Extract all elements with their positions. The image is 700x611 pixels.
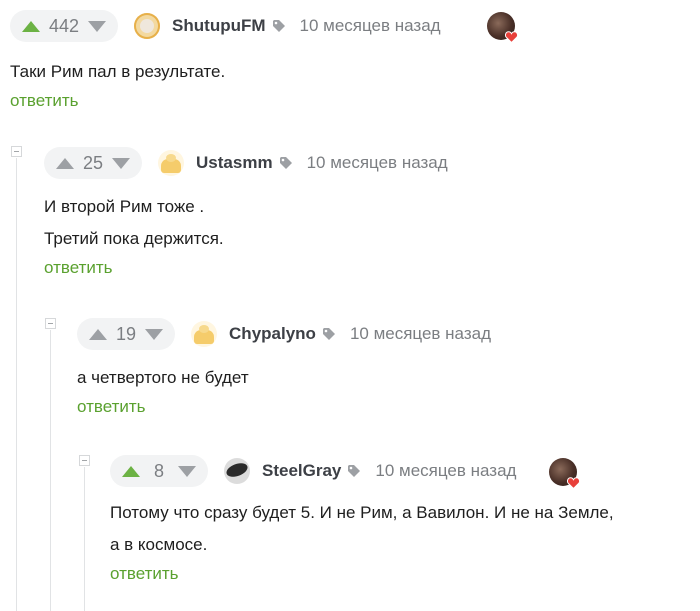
rating-control: 8 (110, 455, 208, 487)
downvote-icon[interactable] (178, 465, 196, 477)
reply-link[interactable]: ответить (110, 564, 695, 584)
comment-line: И второй Рим тоже . (44, 197, 205, 216)
rating-control: 25 (44, 147, 143, 179)
thread-line-2 (50, 330, 51, 611)
thread-line-1 (16, 158, 17, 611)
heart-icon (505, 31, 518, 43)
user-avatar[interactable] (487, 12, 518, 43)
collapse-thread-button[interactable] (11, 146, 22, 157)
tag-icon[interactable] (347, 464, 361, 478)
comment: 25 Ustasmm 10 месяцев назад И второй Рим… (44, 147, 644, 278)
comment-text: Таки Рим пал в результате. (10, 56, 610, 88)
upvote-icon[interactable] (56, 157, 74, 169)
comment-line: а в космосе. (110, 535, 208, 554)
comment: 19 Chypalyno 10 месяцев назад а четверто… (77, 318, 677, 417)
comment-time[interactable]: 10 месяцев назад (375, 461, 516, 481)
collapse-thread-button[interactable] (79, 455, 90, 466)
author-nick[interactable]: Ustasmm (196, 153, 273, 173)
comment-header: 25 Ustasmm 10 месяцев назад (44, 147, 644, 179)
comment: 8 SteelGray 10 месяцев назад Потому что … (110, 455, 695, 584)
avatar[interactable] (158, 150, 185, 176)
reply-link[interactable]: ответить (77, 397, 677, 417)
tag-icon[interactable] (279, 156, 293, 170)
downvote-icon[interactable] (88, 20, 107, 32)
reply-link[interactable]: ответить (10, 91, 610, 111)
comment: 442 ShutupuFM 10 месяцев назад Таки Рим … (10, 10, 610, 111)
avatar[interactable] (191, 321, 218, 347)
comment-text: а четвертого не будет (77, 362, 677, 394)
rating-count: 8 (153, 460, 164, 481)
avatar[interactable] (134, 13, 161, 39)
comment-header: 19 Chypalyno 10 месяцев назад (77, 318, 677, 350)
downvote-icon[interactable] (112, 157, 131, 169)
comment-header: 442 ShutupuFM 10 месяцев назад (10, 10, 610, 42)
rating-count: 19 (116, 323, 137, 344)
comment-time[interactable]: 10 месяцев назад (350, 324, 491, 344)
rating-count: 25 (83, 152, 104, 173)
author-nick[interactable]: Chypalyno (229, 324, 316, 344)
author-nick[interactable]: SteelGray (262, 461, 341, 481)
upvote-icon[interactable] (122, 465, 140, 477)
comment-time[interactable]: 10 месяцев назад (307, 153, 448, 173)
comment-text: Потому что сразу будет 5. И не Рим, а Ва… (110, 497, 695, 561)
comment-text: И второй Рим тоже . Третий пока держится… (44, 191, 644, 255)
thread-line-3 (84, 467, 85, 611)
heart-icon (567, 477, 580, 489)
user-avatar[interactable] (549, 458, 580, 489)
reply-link[interactable]: ответить (44, 258, 644, 278)
tag-icon[interactable] (322, 327, 336, 341)
upvote-icon[interactable] (22, 20, 40, 32)
comment-header: 8 SteelGray 10 месяцев назад (110, 455, 695, 487)
comment-time[interactable]: 10 месяцев назад (300, 16, 441, 36)
upvote-icon[interactable] (89, 328, 107, 340)
rating-control: 19 (77, 318, 176, 350)
rating-control: 442 (10, 10, 119, 42)
rating-count: 442 (49, 15, 80, 36)
comment-line: Третий пока держится. (44, 229, 224, 248)
comment-line: а четвертого не будет (77, 368, 249, 387)
collapse-thread-button[interactable] (45, 318, 56, 329)
tag-icon[interactable] (272, 19, 286, 33)
comment-line: Потому что сразу будет 5. И не Рим, а Ва… (110, 503, 614, 522)
comment-line: Таки Рим пал в результате. (10, 62, 226, 81)
avatar[interactable] (224, 458, 250, 484)
author-nick[interactable]: ShutupuFM (172, 16, 265, 36)
downvote-icon[interactable] (145, 328, 164, 340)
